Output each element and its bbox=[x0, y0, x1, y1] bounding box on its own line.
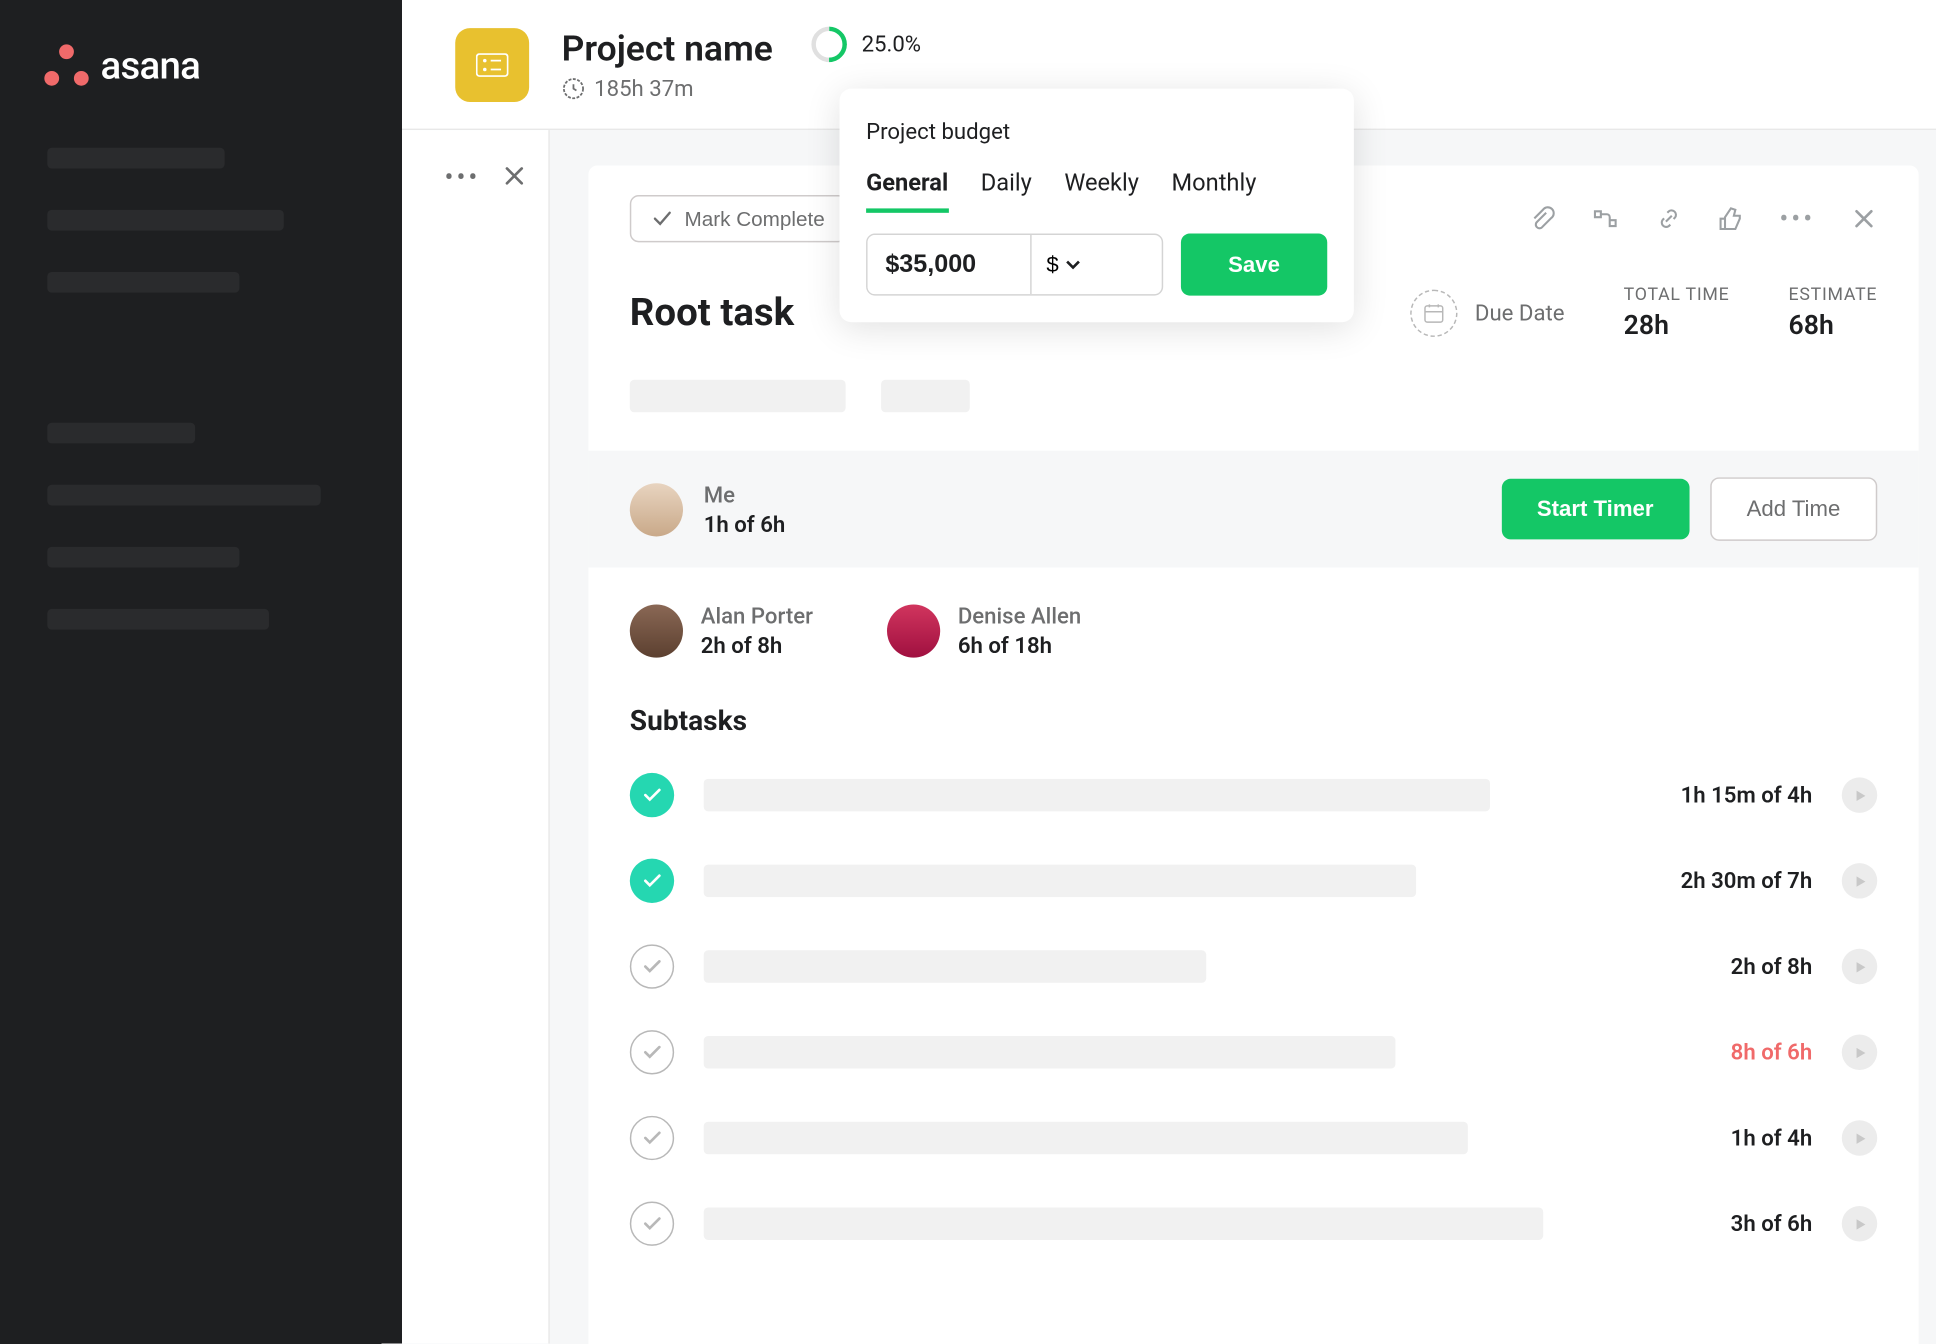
budget-popover: Project budget General Daily Weekly Mont… bbox=[840, 89, 1354, 323]
subtasks-heading: Subtasks bbox=[588, 674, 1918, 752]
assignee[interactable]: Denise Allen 6h of 18h bbox=[887, 603, 1081, 659]
subtask-time: 2h 30m of 7h bbox=[1680, 868, 1812, 895]
subtask-icon[interactable] bbox=[1590, 205, 1620, 232]
close-list-icon[interactable] bbox=[501, 163, 528, 190]
calendar-icon bbox=[1410, 289, 1457, 336]
play-icon[interactable] bbox=[1842, 1206, 1877, 1241]
estimate-metric: ESTIMATE 68h bbox=[1788, 284, 1877, 342]
check-icon bbox=[652, 208, 673, 229]
subtask-time: 8h of 6h bbox=[1730, 1039, 1812, 1066]
currency-select[interactable]: $ bbox=[1030, 235, 1097, 294]
sidebar-nav-skeleton bbox=[0, 148, 402, 630]
my-time-row: Me 1h of 6h Start Timer Add Time bbox=[588, 451, 1918, 568]
subtask-title-skeleton bbox=[704, 1208, 1544, 1241]
subtask-title-skeleton bbox=[704, 1036, 1396, 1069]
play-icon[interactable] bbox=[1842, 863, 1877, 898]
subtask-time: 1h of 4h bbox=[1730, 1125, 1812, 1152]
project-title[interactable]: Project name bbox=[562, 27, 773, 68]
play-icon[interactable] bbox=[1842, 1120, 1877, 1155]
check-done-icon[interactable] bbox=[630, 773, 674, 817]
subtask-row[interactable]: 1h of 4h bbox=[588, 1095, 1918, 1181]
task-more-menu-icon[interactable]: ••• bbox=[1779, 203, 1815, 234]
avatar bbox=[630, 483, 683, 536]
check-pending-icon[interactable] bbox=[630, 1116, 674, 1160]
more-menu-icon[interactable]: ••• bbox=[445, 163, 481, 194]
check-pending-icon[interactable] bbox=[630, 944, 674, 988]
list-pane-collapsed: ••• bbox=[402, 130, 550, 1343]
task-detail-card: Mark Complete ••• bbox=[588, 166, 1918, 1344]
progress-circle-icon bbox=[804, 19, 854, 69]
project-icon bbox=[455, 27, 529, 101]
mark-complete-button[interactable]: Mark Complete bbox=[630, 195, 847, 242]
subtask-title-skeleton bbox=[704, 1122, 1468, 1155]
assignees-row: Alan Porter 2h of 8h Denise Allen 6h of … bbox=[588, 568, 1918, 674]
task-tags-skeleton bbox=[588, 380, 1918, 451]
clock-icon bbox=[562, 76, 586, 100]
play-icon[interactable] bbox=[1842, 949, 1877, 984]
subtask-title-skeleton bbox=[704, 865, 1416, 898]
link-icon[interactable] bbox=[1655, 205, 1682, 232]
subtask-title-skeleton bbox=[704, 779, 1490, 812]
asana-logo-icon bbox=[44, 44, 88, 88]
check-done-icon[interactable] bbox=[630, 859, 674, 903]
avatar bbox=[887, 605, 940, 658]
start-timer-button[interactable]: Start Timer bbox=[1501, 479, 1689, 540]
me-time: 1h of 6h bbox=[704, 511, 786, 538]
subtask-row[interactable]: 1h 15m of 4h bbox=[588, 752, 1918, 838]
popover-tabs: General Daily Weekly Monthly bbox=[866, 168, 1327, 212]
popover-title: Project budget bbox=[866, 118, 1327, 145]
play-icon[interactable] bbox=[1842, 1035, 1877, 1070]
brand-name: asana bbox=[101, 44, 201, 88]
due-date[interactable]: Due Date bbox=[1410, 289, 1565, 336]
subtask-title-skeleton bbox=[704, 950, 1207, 983]
chevron-down-icon bbox=[1065, 256, 1083, 274]
subtask-row[interactable]: 2h of 8h bbox=[588, 924, 1918, 1010]
sidebar: asana bbox=[0, 0, 402, 1344]
save-button[interactable]: Save bbox=[1181, 234, 1327, 296]
subtask-time: 2h of 8h bbox=[1730, 953, 1812, 980]
tab-weekly[interactable]: Weekly bbox=[1064, 168, 1139, 212]
subtask-row[interactable]: 8h of 6h bbox=[588, 1009, 1918, 1095]
like-icon[interactable] bbox=[1717, 205, 1744, 232]
tab-daily[interactable]: Daily bbox=[981, 168, 1032, 212]
avatar bbox=[630, 605, 683, 658]
total-time-metric: TOTAL TIME 28h bbox=[1623, 284, 1729, 342]
check-pending-icon[interactable] bbox=[630, 1202, 674, 1246]
tab-monthly[interactable]: Monthly bbox=[1171, 168, 1256, 212]
subtask-row[interactable]: 2h 30m of 7h bbox=[588, 838, 1918, 924]
subtask-row[interactable]: 3h of 6h bbox=[588, 1181, 1918, 1267]
add-time-button[interactable]: Add Time bbox=[1709, 477, 1877, 541]
attachment-icon[interactable] bbox=[1528, 205, 1555, 232]
check-pending-icon[interactable] bbox=[630, 1030, 674, 1074]
progress-percent: 25.0% bbox=[862, 31, 921, 58]
subtask-time: 1h 15m of 4h bbox=[1680, 782, 1812, 809]
play-icon[interactable] bbox=[1842, 777, 1877, 812]
project-time: 185h 37m bbox=[562, 75, 773, 102]
budget-amount-input[interactable] bbox=[868, 235, 1031, 294]
logo[interactable]: asana bbox=[0, 30, 402, 148]
progress-indicator: 25.0% bbox=[811, 27, 921, 62]
subtask-time: 3h of 6h bbox=[1730, 1210, 1812, 1237]
me-label: Me bbox=[704, 481, 786, 508]
tab-general[interactable]: General bbox=[866, 168, 948, 212]
assignee[interactable]: Alan Porter 2h of 8h bbox=[630, 603, 813, 659]
close-task-icon[interactable] bbox=[1850, 205, 1877, 232]
